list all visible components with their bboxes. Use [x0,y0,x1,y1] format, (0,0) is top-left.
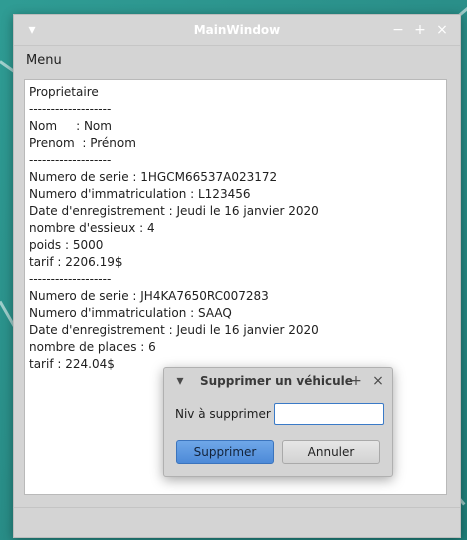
text-line: ------------------- [29,153,112,167]
supprimer-button[interactable]: Supprimer [176,440,274,464]
text-line: ------------------- [29,272,112,286]
text-line: Proprietaire [29,85,99,99]
dialog-titlebar[interactable]: ▾ Supprimer un véhicule + × [164,368,392,394]
niv-label: Niv à supprimer [175,407,271,421]
text-line: Numero de serie : 1HGCM66537A023172 [29,170,278,184]
niv-input[interactable] [274,403,384,425]
text-line: Date d'enregistrement : Jeudi le 16 janv… [29,323,319,337]
delete-vehicle-dialog: ▾ Supprimer un véhicule + × Niv à suppri… [163,367,393,477]
text-line: Date d'enregistrement : Jeudi le 16 janv… [29,204,319,218]
text-line: nombre d'essieux : 4 [29,221,155,235]
minimize-icon[interactable]: − [390,22,406,38]
text-line: Prenom : Prénom [29,136,136,150]
status-bar [14,507,460,530]
text-line: tarif : 2206.19$ [29,255,123,269]
dialog-title: Supprimer un véhicule [200,374,353,388]
text-line: Numero de serie : JH4KA7650RC007283 [29,289,269,303]
maximize-icon[interactable]: + [412,22,428,38]
text-line: Nom : Nom [29,119,112,133]
dialog-menu-icon[interactable]: ▾ [172,373,188,389]
text-line: nombre de places : 6 [29,340,156,354]
menu-item-menu[interactable]: Menu [26,46,62,76]
text-line: poids : 5000 [29,238,104,252]
text-line: ------------------- [29,102,112,116]
close-icon[interactable]: × [434,22,450,38]
dialog-close-icon[interactable]: × [370,373,386,389]
menubar: Menu [14,46,460,76]
text-line: Numero d'immatriculation : SAAQ [29,306,232,320]
dialog-maximize-icon[interactable]: + [348,373,364,389]
text-content: Proprietaire ------------------- Nom : N… [29,84,319,373]
text-line: Numero d'immatriculation : L123456 [29,187,251,201]
annuler-button[interactable]: Annuler [282,440,380,464]
main-titlebar[interactable]: ▾ MainWindow − + × [14,15,460,46]
